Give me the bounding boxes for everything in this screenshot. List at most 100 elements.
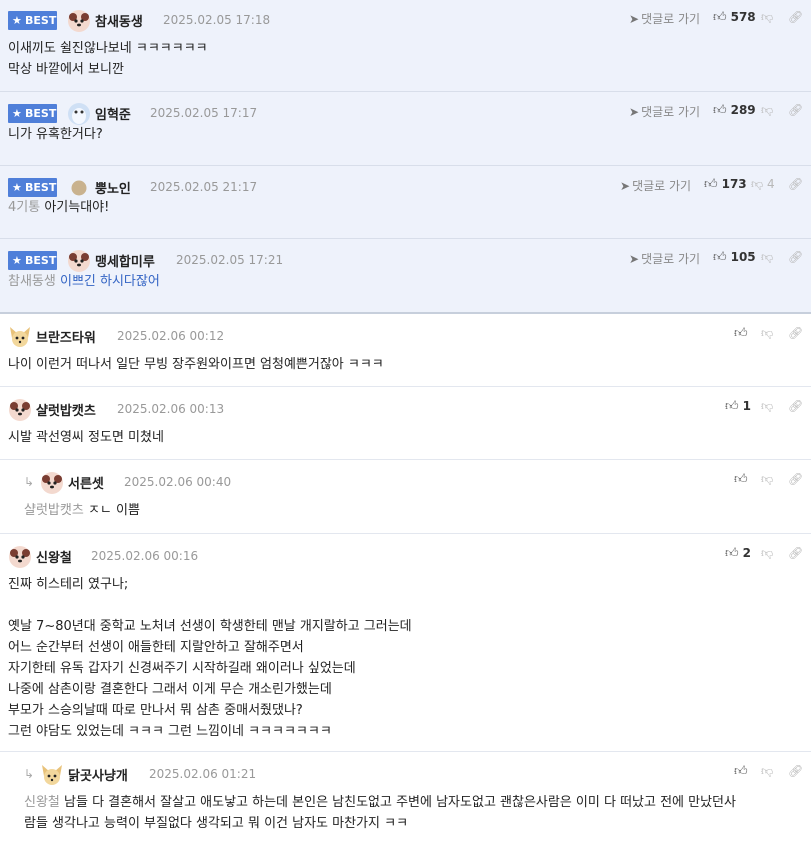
dislike-button[interactable]: 👎︎ 4 (751, 177, 775, 192)
avatar-fox-icon[interactable] (40, 763, 64, 787)
author-name[interactable]: 신왕철 (36, 547, 72, 566)
link-icon[interactable]: 🔗︎ (788, 399, 803, 413)
comment-list: ★ BEST 참새동생 2025.02.05 17:18 ➤ 댓글로 가기 👍︎ 57… (0, 0, 811, 847)
thumbs-down-icon: 👎︎ (761, 472, 774, 486)
comment-item: ★ BEST 맹세합미루 2025.02.05 17:21 ➤ 댓글로 가기 👍︎ 1… (0, 239, 811, 314)
thumbs-down-icon: 👎︎ (761, 10, 774, 24)
author-name[interactable]: 임혁준 (95, 104, 131, 123)
author-name[interactable]: 브란즈타워 (36, 327, 96, 346)
comment-item-reply: ↳ 닭곳사냥개 2025.02.06 01:21 👍︎ 👎︎ 🔗︎ 신왕철 남들… (0, 752, 811, 847)
author-name[interactable]: 샬럿밥캣츠 (36, 400, 96, 419)
like-button[interactable]: 👍︎ 2 (725, 546, 751, 561)
dislike-button[interactable]: 👎︎ (761, 326, 773, 341)
mention[interactable]: 참새동생 (8, 274, 56, 289)
arrow-icon: ➤ (620, 179, 631, 193)
comment-date: 2025.02.06 01:21 (149, 767, 257, 781)
thumbs-up-icon: 👍︎ (713, 103, 727, 118)
comment-date: 2025.02.05 21:17 (150, 180, 258, 194)
author-name[interactable]: 뿡노인 (95, 178, 131, 197)
comment-item: 샬럿밥캣츠 2025.02.06 00:13 👍︎ 1 👎︎ 🔗︎ 시발 곽선영씨… (0, 387, 811, 460)
thumbs-up-icon: 👍︎ (725, 546, 739, 561)
reply-arrow-icon: ↳ (24, 475, 35, 489)
thumbs-up-icon: 👍︎ (734, 472, 748, 487)
like-button[interactable]: 👍︎ 105 (713, 250, 756, 265)
comment-date: 2025.02.06 00:16 (91, 549, 199, 563)
like-button[interactable]: 👍︎ (734, 472, 752, 487)
comment-date: 2025.02.05 17:18 (163, 13, 271, 27)
author-name[interactable]: 맹세합미루 (95, 251, 155, 270)
best-badge: ★ BEST (8, 104, 57, 123)
author-name[interactable]: 서른셋 (68, 473, 104, 492)
avatar-dog-icon[interactable] (40, 471, 64, 495)
dislike-button[interactable]: 👎︎ (761, 103, 773, 118)
comment-body: 진짜 히스테리 였구나; 옛날 7~80년대 중학교 노처녀 선생이 학생한테 … (8, 577, 412, 739)
avatar-penguin-icon[interactable] (67, 102, 91, 126)
dislike-button[interactable]: 👎︎ (761, 546, 773, 561)
link-icon[interactable]: 🔗︎ (788, 177, 803, 191)
link-icon[interactable]: 🔗︎ (788, 250, 803, 264)
dislike-button[interactable]: 👎︎ (761, 399, 773, 414)
link-icon[interactable]: 🔗︎ (788, 472, 803, 486)
thumbs-up-icon: 👍︎ (734, 764, 748, 779)
comment-body: 시발 곽선영씨 정도면 미쳤네 (8, 430, 164, 445)
thumbs-down-icon: 👎︎ (761, 546, 774, 560)
comment-body: 참새동생 이쁘긴 하시다잖어 (8, 274, 160, 289)
comment-date: 2025.02.05 17:17 (150, 106, 258, 120)
reply-link[interactable]: ➤ 댓글로 가기 (629, 250, 700, 267)
star-icon: ★ (12, 254, 22, 267)
link-icon[interactable]: 🔗︎ (788, 546, 803, 560)
mention[interactable]: 샬럿밥캣츠 (24, 503, 84, 518)
mention[interactable]: 4기통 (8, 200, 40, 215)
best-badge: ★ BEST (8, 251, 57, 270)
thumbs-down-icon: 👎︎ (761, 103, 774, 117)
dislike-button[interactable]: 👎︎ (761, 250, 773, 265)
author-name[interactable]: 닭곳사냥개 (68, 765, 128, 784)
like-button[interactable]: 👍︎ 289 (713, 103, 756, 118)
reply-link[interactable]: ➤ 댓글로 가기 (629, 103, 700, 120)
comment-item: 신왕철 2025.02.06 00:16 👍︎ 2 👎︎ 🔗︎ 진짜 히스테리 였… (0, 534, 811, 752)
best-badge: ★ BEST (8, 11, 57, 30)
link-icon[interactable]: 🔗︎ (788, 326, 803, 340)
comment-body: 니가 유혹한거다? (8, 127, 103, 142)
arrow-icon: ➤ (629, 12, 640, 26)
arrow-icon: ➤ (629, 252, 640, 266)
link-icon[interactable]: 🔗︎ (788, 764, 803, 778)
reply-link[interactable]: ➤ 댓글로 가기 (629, 10, 700, 27)
comment-body: 나이 이런거 떠나서 일단 무빙 장주원와이프면 엄청예쁜거잖아 ㅋㅋㅋ (8, 357, 384, 372)
mention[interactable]: 신왕철 (24, 795, 60, 810)
comment-item: ★ BEST 참새동생 2025.02.05 17:18 ➤ 댓글로 가기 👍︎ 57… (0, 0, 811, 92)
like-button[interactable]: 👍︎ 1 (725, 399, 751, 414)
comment-item: ★ BEST 임혁준 2025.02.05 17:17 ➤ 댓글로 가기 👍︎ 289… (0, 92, 811, 166)
dislike-button[interactable]: 👎︎ (761, 764, 773, 779)
reply-arrow-icon: ↳ (24, 767, 35, 781)
like-button[interactable]: 👍︎ 173 (704, 177, 747, 192)
avatar-icon[interactable] (71, 180, 87, 196)
star-icon: ★ (12, 14, 22, 27)
link-icon[interactable]: 🔗︎ (788, 103, 803, 117)
author-name[interactable]: 참새동생 (95, 11, 143, 30)
like-button[interactable]: 👍︎ (734, 764, 752, 779)
avatar-fox-icon[interactable] (8, 325, 32, 349)
star-icon: ★ (12, 107, 22, 120)
thumbs-down-icon: 👎︎ (761, 250, 774, 264)
comment-item-reply: ↳ 서른셋 2025.02.06 00:40 👍︎ 👎︎ 🔗︎ 샬럿밥캣츠 ㅈㄴ… (0, 460, 811, 534)
comment-item: ★ BEST 뿡노인 2025.02.05 21:17 ➤ 댓글로 가기 👍︎ 173… (0, 166, 811, 239)
comment-body: 샬럿밥캣츠 ㅈㄴ 이쁨 (24, 503, 140, 518)
link-icon[interactable]: 🔗︎ (788, 10, 803, 24)
thumbs-down-icon: 👎︎ (761, 326, 774, 340)
dislike-button[interactable]: 👎︎ (761, 10, 773, 25)
thumbs-up-icon: 👍︎ (713, 250, 727, 265)
thumbs-up-icon: 👍︎ (704, 177, 718, 192)
comment-date: 2025.02.06 00:13 (117, 402, 225, 416)
avatar-dog-icon[interactable] (67, 9, 91, 33)
avatar-dog-icon[interactable] (67, 249, 91, 273)
like-button[interactable]: 👍︎ (734, 326, 752, 341)
comment-date: 2025.02.06 00:12 (117, 329, 225, 343)
dislike-button[interactable]: 👎︎ (761, 472, 773, 487)
reply-link[interactable]: ➤ 댓글로 가기 (620, 177, 691, 194)
thumbs-up-icon: 👍︎ (725, 399, 739, 414)
like-button[interactable]: 👍︎ 578 (713, 10, 756, 25)
comment-body: 신왕철 남들 다 결혼해서 잘살고 애도낳고 하는데 본인은 남친도없고 주변에… (24, 795, 736, 831)
avatar-dog-icon[interactable] (8, 545, 32, 569)
avatar-dog-icon[interactable] (8, 398, 32, 422)
